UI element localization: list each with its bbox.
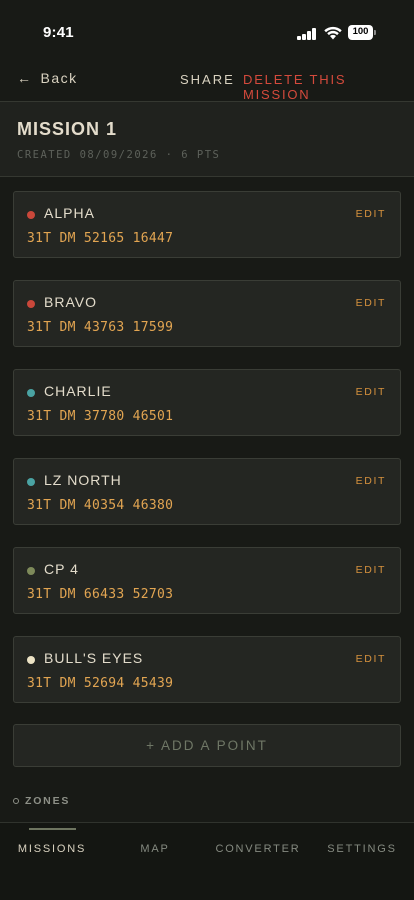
point-color-dot bbox=[27, 567, 35, 575]
point-name: ALPHA bbox=[44, 205, 95, 221]
point-coordinate: 31T DM 40354 46380 bbox=[27, 498, 174, 513]
point-color-dot bbox=[27, 211, 35, 219]
point-color-dot bbox=[27, 389, 35, 397]
back-label: Back bbox=[40, 70, 78, 86]
delete-mission-button[interactable]: DELETE THIS MISSION bbox=[243, 72, 414, 102]
point-coordinate: 31T DM 37780 46501 bbox=[27, 409, 174, 424]
point-card-charlie[interactable]: CHARLIE EDIT 31T DM 37780 46501 bbox=[13, 369, 401, 436]
point-card-bravo[interactable]: BRAVO EDIT 31T DM 43763 17599 bbox=[13, 280, 401, 347]
point-coordinate: 31T DM 52694 45439 bbox=[27, 676, 174, 691]
point-card-alpha[interactable]: ALPHA EDIT 31T DM 52165 16447 bbox=[13, 191, 401, 258]
point-name: BRAVO bbox=[44, 294, 97, 310]
share-button[interactable]: SHARE bbox=[180, 72, 235, 87]
point-name: BULL'S EYES bbox=[44, 650, 144, 666]
mission-title: MISSION 1 bbox=[17, 119, 118, 139]
edit-button[interactable]: EDIT bbox=[356, 208, 386, 220]
battery-icon: 100 bbox=[348, 25, 376, 40]
point-card-bulls-eyes[interactable]: BULL'S EYES EDIT 31T DM 52694 45439 bbox=[13, 636, 401, 703]
tab-converter[interactable]: CONVERTER bbox=[206, 823, 310, 873]
point-color-dot bbox=[27, 300, 35, 308]
edit-button[interactable]: EDIT bbox=[356, 653, 386, 665]
point-card-cp-4[interactable]: CP 4 EDIT 31T DM 66433 52703 bbox=[13, 547, 401, 614]
cellular-signal-icon bbox=[297, 27, 317, 40]
wifi-icon bbox=[324, 26, 342, 40]
point-card-lz-north[interactable]: LZ NORTH EDIT 31T DM 40354 46380 bbox=[13, 458, 401, 525]
tab-bar: MISSIONS MAP CONVERTER SETTINGS bbox=[0, 822, 414, 900]
point-name: CP 4 bbox=[44, 561, 79, 577]
mission-header: MISSION 1 CREATED 08/09/2026 · 6 PTS bbox=[0, 102, 414, 177]
edit-button[interactable]: EDIT bbox=[356, 297, 386, 309]
circle-icon bbox=[13, 798, 19, 804]
nav-bar: ← Back SHARE DELETE THIS MISSION bbox=[0, 62, 414, 102]
add-point-button[interactable]: + ADD A POINT bbox=[13, 724, 401, 767]
tab-map[interactable]: MAP bbox=[103, 823, 207, 873]
mission-meta: CREATED 08/09/2026 · 6 PTS bbox=[17, 149, 221, 161]
status-bar: 9:41 100 bbox=[0, 0, 414, 62]
edit-button[interactable]: EDIT bbox=[356, 564, 386, 576]
point-coordinate: 31T DM 66433 52703 bbox=[27, 587, 174, 602]
point-color-dot bbox=[27, 478, 35, 486]
edit-button[interactable]: EDIT bbox=[356, 475, 386, 487]
battery-level: 100 bbox=[352, 26, 369, 37]
back-button[interactable]: ← Back bbox=[17, 70, 78, 86]
point-coordinate: 31T DM 43763 17599 bbox=[27, 320, 174, 335]
point-name: LZ NORTH bbox=[44, 472, 122, 488]
back-arrow-icon: ← bbox=[17, 70, 33, 86]
edit-button[interactable]: EDIT bbox=[356, 386, 386, 398]
status-time: 9:41 bbox=[43, 24, 74, 41]
point-color-dot bbox=[27, 656, 35, 664]
zones-toggle[interactable]: ZONES bbox=[13, 795, 70, 807]
tab-settings[interactable]: SETTINGS bbox=[310, 823, 414, 873]
point-name: CHARLIE bbox=[44, 383, 112, 399]
zones-label: ZONES bbox=[25, 795, 71, 807]
tab-missions[interactable]: MISSIONS bbox=[0, 823, 104, 873]
point-coordinate: 31T DM 52165 16447 bbox=[27, 231, 174, 246]
